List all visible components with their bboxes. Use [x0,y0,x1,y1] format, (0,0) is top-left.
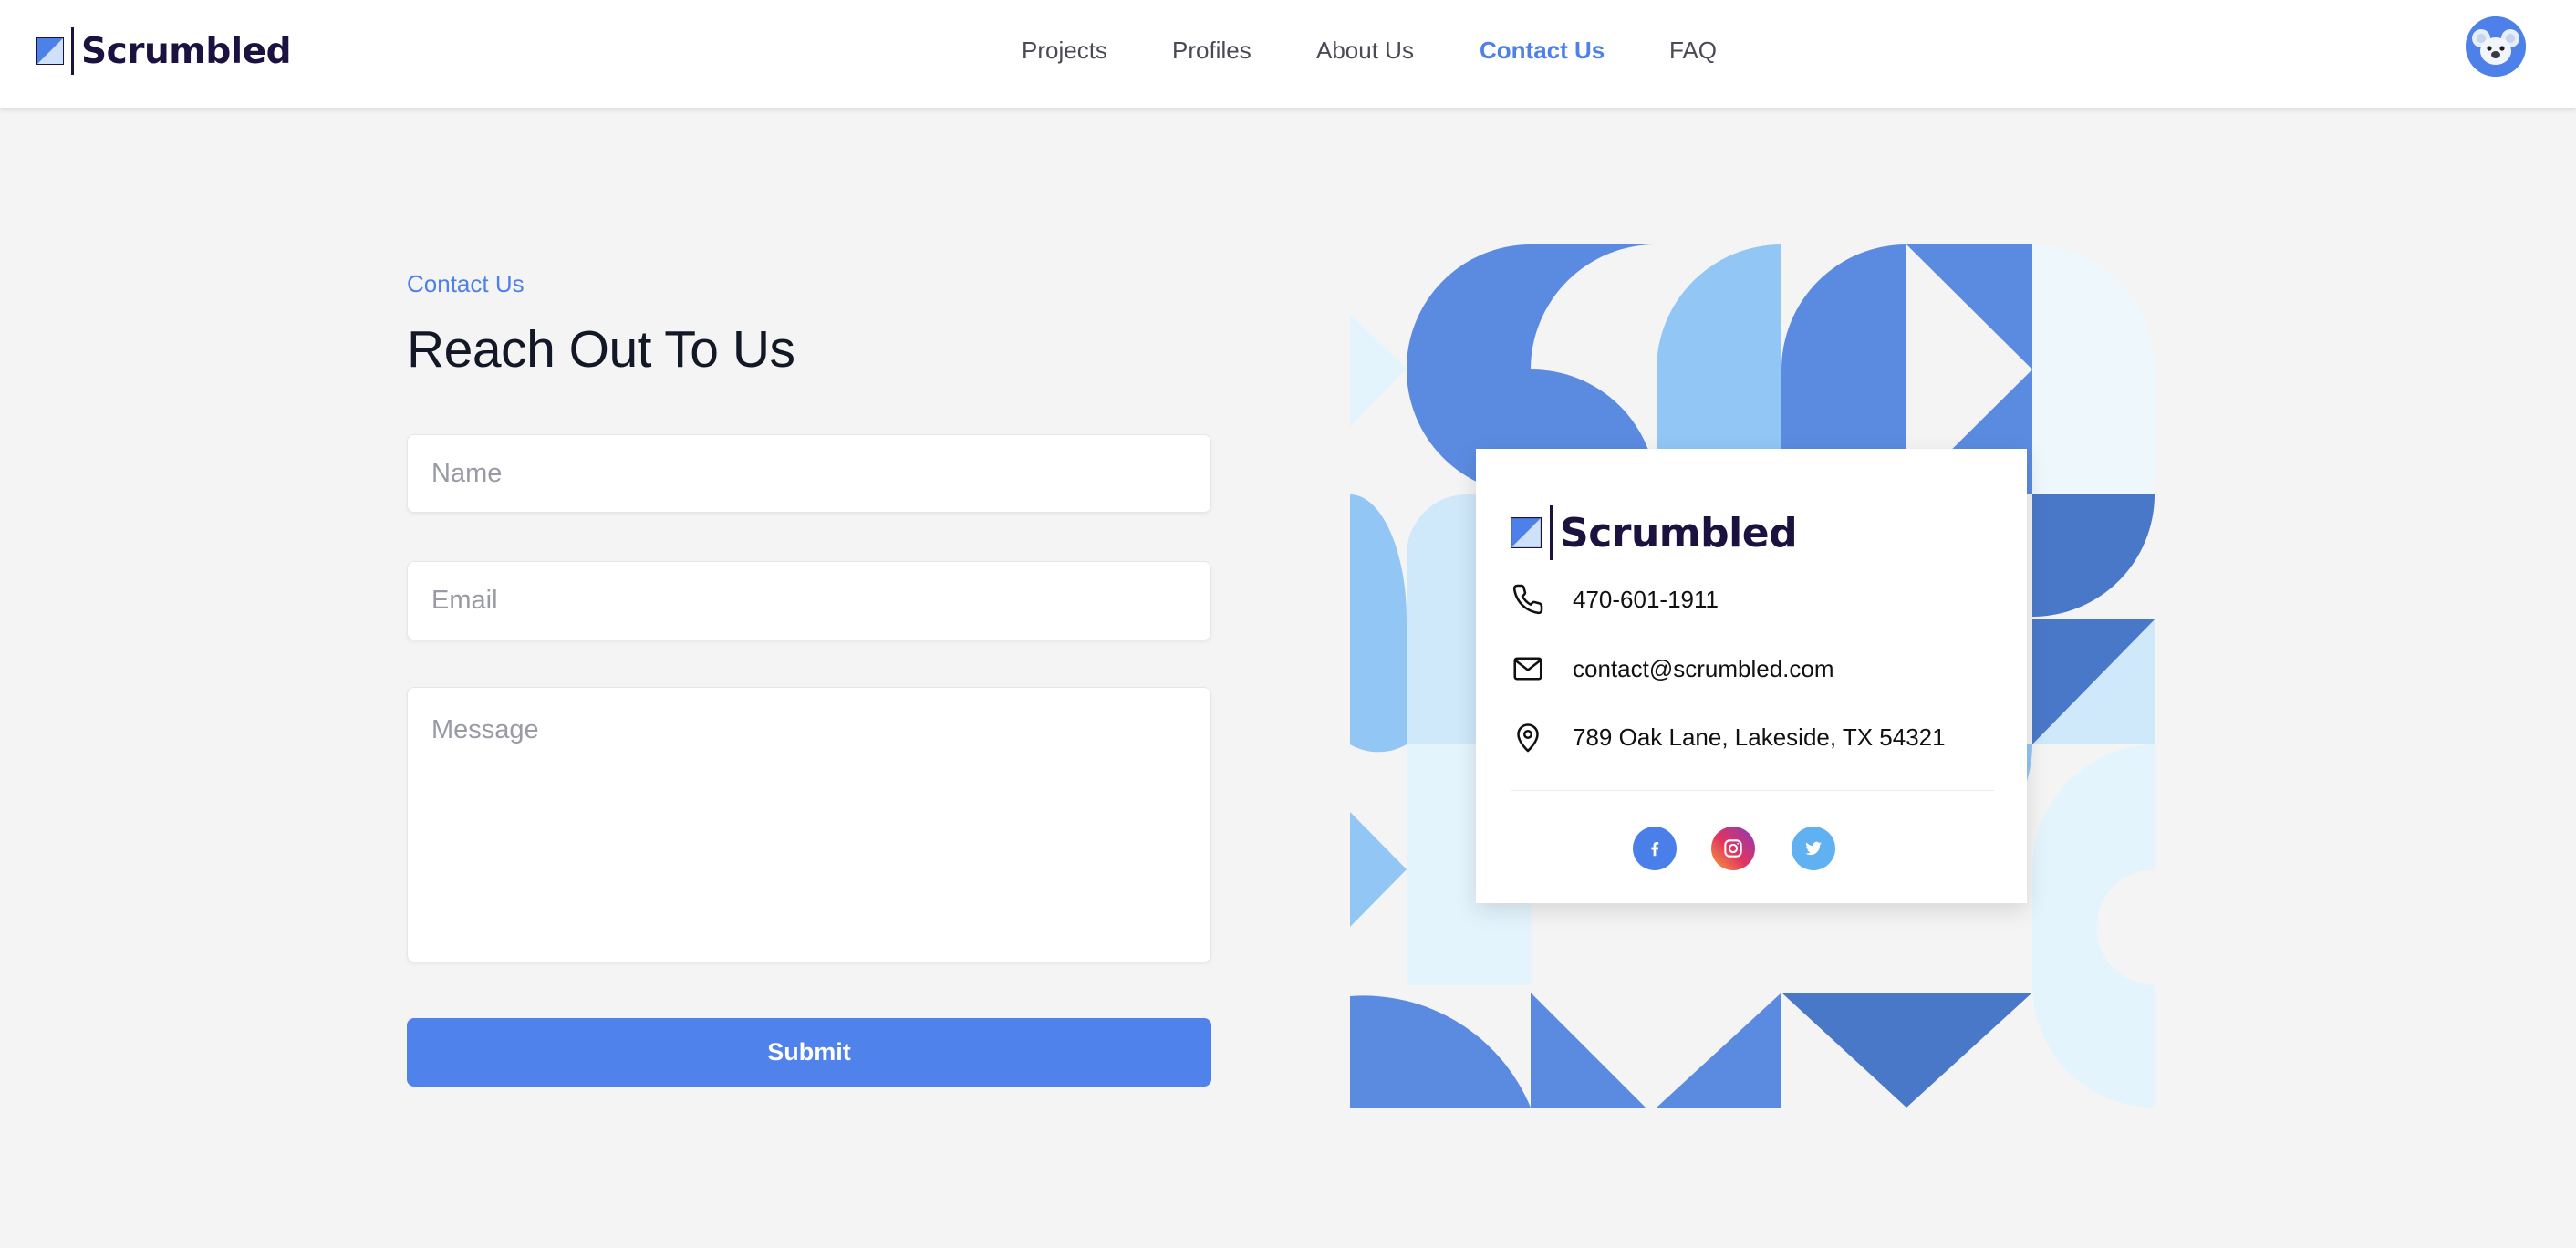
phone-number: 470-601-1911 [1573,585,1719,613]
brand-name: Scrumbled [81,30,292,72]
logo-divider [1550,505,1553,560]
contact-card: Scrumbled 470-601-1911 contact@scrumbled… [1476,449,2027,903]
phone-row[interactable]: 470-601-1911 [1511,582,1719,617]
nav-contact-us[interactable]: Contact Us [1480,36,1605,65]
twitter-link[interactable] [1792,827,1835,870]
postal-address: 789 Oak Lane, Lakeside, TX 54321 [1573,723,1946,751]
nav-about-us[interactable]: About Us [1316,36,1414,65]
submit-button[interactable]: Submit [407,1018,1211,1087]
email-row[interactable]: contact@scrumbled.com [1511,651,1834,686]
email-field[interactable] [407,561,1211,640]
logo-mark-icon [1511,517,1542,548]
twitter-icon [1805,841,1822,856]
mail-icon [1511,651,1545,686]
location-pin-icon [1511,720,1545,754]
brand-logo[interactable]: Scrumbled [36,26,292,77]
instagram-icon [1724,839,1742,858]
nav-projects[interactable]: Projects [1022,36,1107,65]
logo-divider [71,27,74,75]
card-divider [1511,790,1994,791]
card-brand-logo: Scrumbled [1511,505,1798,560]
card-brand-name: Scrumbled [1560,509,1798,556]
top-navbar: Scrumbled Projects Profiles About Us Con… [0,0,2576,108]
nav-faq[interactable]: FAQ [1669,36,1717,65]
address-row: 789 Oak Lane, Lakeside, TX 54321 [1511,720,1946,754]
logo-mark-icon [36,37,64,65]
facebook-link[interactable] [1633,827,1677,870]
section-eyebrow: Contact Us [407,270,525,297]
email-address: contact@scrumbled.com [1573,654,1834,682]
facebook-icon [1651,841,1659,857]
instagram-link[interactable] [1711,827,1755,870]
phone-icon [1511,582,1545,617]
koala-avatar-icon [2466,16,2526,77]
page-title: Reach Out To Us [407,320,795,379]
name-field[interactable] [407,434,1211,513]
message-field[interactable] [407,687,1211,962]
user-avatar[interactable] [2466,16,2526,77]
nav-profiles[interactable]: Profiles [1172,36,1252,65]
